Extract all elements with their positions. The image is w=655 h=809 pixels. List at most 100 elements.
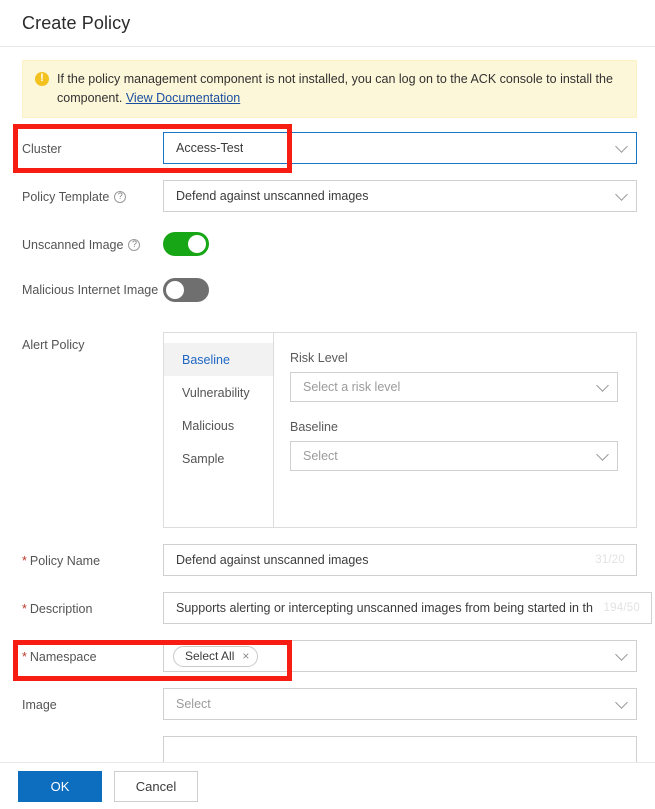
malicious-internet-image-toggle[interactable] bbox=[163, 278, 209, 302]
create-policy-form: Cluster Access-Test Policy Template Defe… bbox=[0, 128, 655, 762]
close-icon[interactable]: × bbox=[242, 650, 249, 662]
row-namespace: * Namespace Select All × bbox=[0, 640, 655, 672]
row-alert-policy: Alert Policy Baseline Vulnerability Mali… bbox=[0, 332, 655, 528]
toggle-knob bbox=[188, 235, 206, 253]
alert-policy-label: Alert Policy bbox=[22, 338, 85, 352]
image-label-wrap: Image bbox=[22, 688, 163, 714]
view-documentation-link[interactable]: View Documentation bbox=[126, 91, 240, 105]
row-next-field-clipped bbox=[0, 736, 655, 762]
info-banner: If the policy management component is no… bbox=[22, 60, 637, 118]
alert-policy-field-wrap: Baseline Vulnerability Malicious Sample … bbox=[163, 332, 655, 528]
chevron-down-icon bbox=[615, 696, 628, 709]
tab-sample-label: Sample bbox=[182, 451, 225, 466]
description-label-wrap: * Description bbox=[22, 592, 163, 618]
risk-level-placeholder: Select a risk level bbox=[303, 380, 401, 394]
next-field-input[interactable] bbox=[163, 736, 637, 762]
cluster-label-wrap: Cluster bbox=[22, 132, 163, 158]
unscanned-image-label: Unscanned Image bbox=[22, 238, 124, 252]
required-marker: * bbox=[22, 554, 27, 568]
risk-level-label: Risk Level bbox=[290, 351, 348, 365]
policy-name-value: Defend against unscanned images bbox=[176, 553, 369, 567]
image-label: Image bbox=[22, 698, 57, 712]
description-value: Supports alerting or intercepting unscan… bbox=[176, 601, 593, 615]
chevron-down-icon bbox=[615, 188, 628, 201]
description-label: Description bbox=[29, 602, 93, 616]
tab-malicious[interactable]: Malicious bbox=[164, 409, 273, 442]
policy-template-label-wrap: Policy Template bbox=[22, 180, 163, 206]
page-title: Create Policy bbox=[22, 12, 131, 33]
unscanned-image-toggle[interactable] bbox=[163, 232, 209, 256]
baseline-label: Baseline bbox=[290, 420, 338, 434]
policy-name-label: Policy Name bbox=[29, 554, 101, 568]
cluster-field-wrap: Access-Test bbox=[163, 132, 655, 164]
policy-name-field-wrap: Defend against unscanned images 31/20 bbox=[163, 544, 655, 576]
cluster-value: Access-Test bbox=[176, 141, 244, 155]
unscanned-image-label-wrap: Unscanned Image bbox=[22, 228, 163, 254]
image-placeholder: Select bbox=[176, 697, 211, 711]
description-counter: 194/50 bbox=[603, 602, 640, 614]
image-select[interactable]: Select bbox=[163, 688, 637, 720]
required-marker: * bbox=[22, 650, 27, 664]
malicious-internet-image-label-wrap: Malicious Internet Image bbox=[22, 274, 163, 300]
policy-template-select[interactable]: Defend against unscanned images bbox=[163, 180, 637, 212]
tab-sample[interactable]: Sample bbox=[164, 442, 273, 475]
ok-button[interactable]: OK bbox=[18, 770, 102, 802]
baseline-select[interactable]: Select bbox=[290, 441, 618, 471]
dialog-header: Create Policy bbox=[0, 0, 655, 46]
namespace-field-wrap: Select All × bbox=[163, 640, 655, 672]
tab-baseline-label: Baseline bbox=[182, 352, 230, 367]
help-icon[interactable] bbox=[128, 238, 141, 251]
image-field-wrap: Select bbox=[163, 688, 655, 720]
header-divider bbox=[0, 46, 655, 47]
panel-spacer bbox=[290, 402, 618, 420]
policy-template-field-wrap: Defend against unscanned images bbox=[163, 180, 655, 212]
toggle-knob bbox=[166, 281, 184, 299]
row-malicious-internet-image: Malicious Internet Image bbox=[0, 274, 655, 302]
policy-template-label: Policy Template bbox=[22, 190, 110, 204]
warning-icon bbox=[35, 71, 49, 86]
row-policy-name: * Policy Name Defend against unscanned i… bbox=[0, 544, 655, 576]
chevron-down-icon bbox=[596, 448, 609, 461]
alert-policy-label-wrap: Alert Policy bbox=[22, 332, 163, 354]
namespace-tag-select-all[interactable]: Select All × bbox=[173, 645, 259, 667]
policy-name-input[interactable]: Defend against unscanned images 31/20 bbox=[163, 544, 637, 576]
chevron-down-icon bbox=[615, 648, 628, 661]
row-cluster: Cluster Access-Test bbox=[0, 132, 655, 164]
cluster-label: Cluster bbox=[22, 142, 62, 156]
policy-name-counter: 31/20 bbox=[595, 554, 625, 566]
policy-name-label-wrap: * Policy Name bbox=[22, 544, 163, 570]
cluster-select[interactable]: Access-Test bbox=[163, 132, 637, 164]
tab-malicious-label: Malicious bbox=[182, 418, 235, 433]
baseline-placeholder: Select bbox=[303, 449, 338, 463]
policy-template-value: Defend against unscanned images bbox=[176, 189, 369, 203]
cancel-button[interactable]: Cancel bbox=[114, 770, 198, 802]
chevron-down-icon bbox=[615, 140, 628, 153]
malicious-internet-image-field-wrap bbox=[163, 274, 655, 302]
namespace-label: Namespace bbox=[29, 650, 97, 664]
tab-baseline[interactable]: Baseline bbox=[164, 343, 273, 376]
tab-vulnerability[interactable]: Vulnerability bbox=[164, 376, 273, 409]
alert-policy-tab-list: Baseline Vulnerability Malicious Sample bbox=[164, 333, 274, 527]
description-field-wrap: Supports alerting or intercepting unscan… bbox=[163, 592, 655, 624]
next-field-wrap bbox=[163, 736, 655, 762]
unscanned-image-field-wrap bbox=[163, 228, 655, 256]
namespace-tag-label: Select All bbox=[185, 649, 235, 663]
chevron-down-icon bbox=[596, 379, 609, 392]
row-policy-template: Policy Template Defend against unscanned… bbox=[0, 180, 655, 212]
alert-policy-panel-body: Risk Level Select a risk level Baseline … bbox=[274, 333, 636, 527]
tab-vulnerability-label: Vulnerability bbox=[182, 385, 250, 400]
row-description: * Description Supports alerting or inter… bbox=[0, 592, 655, 624]
help-icon[interactable] bbox=[114, 190, 127, 203]
malicious-internet-image-label: Malicious Internet Image bbox=[22, 283, 159, 297]
namespace-multiselect[interactable]: Select All × bbox=[163, 640, 637, 672]
namespace-label-wrap: * Namespace bbox=[22, 640, 163, 666]
required-marker: * bbox=[22, 602, 27, 616]
dialog-footer: OK Cancel bbox=[0, 763, 655, 809]
alert-policy-panel: Baseline Vulnerability Malicious Sample … bbox=[163, 332, 637, 528]
risk-level-select[interactable]: Select a risk level bbox=[290, 372, 618, 402]
next-field-label-wrap bbox=[22, 736, 163, 745]
row-unscanned-image: Unscanned Image bbox=[0, 228, 655, 256]
row-image: Image Select bbox=[0, 688, 655, 720]
banner-text-wrap: If the policy management component is no… bbox=[57, 70, 626, 108]
description-input[interactable]: Supports alerting or intercepting unscan… bbox=[163, 592, 652, 624]
